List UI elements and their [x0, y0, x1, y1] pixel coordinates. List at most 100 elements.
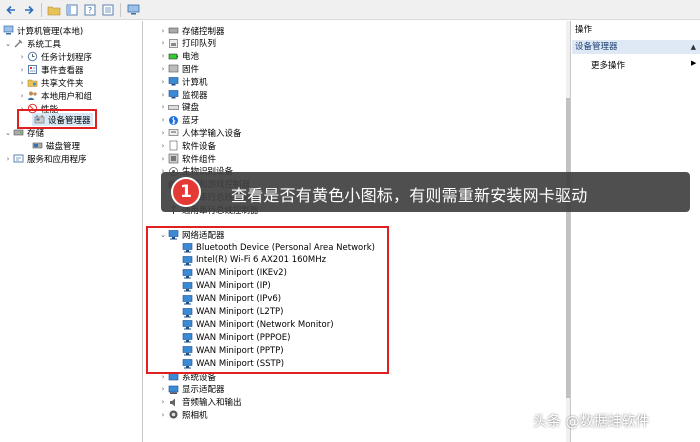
event-log-icon	[27, 64, 38, 75]
computer-management-icon	[3, 25, 14, 36]
device-category-row[interactable]: › 键盘	[158, 101, 199, 114]
device-category-row[interactable]: › 软件组件	[158, 152, 216, 165]
highlight-network-adapters-box	[146, 226, 389, 374]
chevron-down-icon[interactable]: ⌄	[3, 40, 13, 48]
chevron-right-icon[interactable]: ›	[158, 155, 168, 163]
chevron-down-icon[interactable]: ⌄	[3, 129, 13, 137]
chevron-right-icon[interactable]: ›	[3, 155, 13, 163]
device-category-row[interactable]: › 存储控制器	[158, 24, 225, 37]
device-category-row[interactable]: › 蓝牙	[158, 114, 199, 127]
computer-icon	[168, 76, 179, 87]
device-category-row[interactable]: › 电池	[158, 50, 199, 63]
toolbar-separator	[120, 2, 121, 17]
more-actions-link[interactable]: 更多操作	[591, 59, 625, 71]
chevron-right-icon[interactable]: ›	[158, 411, 168, 419]
show-tree-icon[interactable]	[64, 2, 80, 18]
device-label: 存储控制器	[182, 26, 225, 37]
collapse-up-icon[interactable]: ▲	[691, 40, 696, 54]
help-icon[interactable]: ?	[82, 2, 98, 18]
device-label: 人体学输入设备	[182, 128, 242, 139]
chevron-right-icon[interactable]: ›	[158, 27, 168, 35]
actions-section-device-manager[interactable]: 设备管理器 ▲	[572, 40, 700, 54]
camera-icon	[168, 409, 179, 420]
storage-controller-icon	[168, 25, 179, 36]
tree-item-label: 共享文件夹	[41, 78, 84, 89]
up-folder-icon[interactable]	[46, 2, 62, 18]
tree-item-shared-folders[interactable]: › 共享文件夹	[17, 76, 84, 89]
device-category-row[interactable]: › 软件设备	[158, 139, 216, 152]
tree-item-task-scheduler[interactable]: › 任务计划程序	[17, 50, 92, 63]
tree-item-label: 服务和应用程序	[27, 154, 87, 165]
chevron-right-icon[interactable]: ›	[158, 103, 168, 111]
device-category-row[interactable]: › 音频输入和输出	[158, 396, 242, 409]
clock-icon	[27, 51, 38, 62]
services-icon	[13, 153, 24, 164]
device-label: 蓝牙	[182, 116, 200, 127]
tree-item-label: 任务计划程序	[41, 52, 93, 63]
hid-icon	[168, 127, 179, 138]
chevron-right-icon[interactable]: ›	[158, 129, 168, 137]
tree-item-disk-management[interactable]: 磁盘管理	[32, 139, 80, 152]
firmware-icon	[168, 63, 179, 74]
chevron-right-icon[interactable]: ›	[158, 116, 168, 124]
chevron-right-icon[interactable]: ›	[17, 92, 27, 100]
chevron-right-icon[interactable]: ›	[158, 91, 168, 99]
toolbar-separator	[41, 2, 42, 17]
watermark: 头条 @数据蛙软件	[533, 414, 650, 430]
display-adapter-icon	[168, 384, 179, 395]
device-category-row[interactable]: › 显示适配器	[158, 383, 225, 396]
chevron-right-icon[interactable]: ▶	[691, 59, 696, 67]
tree-item-label: 事件查看器	[41, 65, 84, 76]
actions-header: 操作	[572, 23, 700, 37]
highlight-device-manager-box	[17, 109, 97, 129]
chevron-right-icon[interactable]: ›	[158, 78, 168, 86]
device-label: 软件设备	[182, 141, 217, 152]
back-arrow-icon[interactable]	[3, 2, 19, 18]
toolbar: ?	[0, 0, 700, 20]
actions-pane: 操作 设备管理器 ▲ 更多操作 ▶	[570, 21, 700, 442]
properties-icon[interactable]	[100, 2, 116, 18]
tree-item-label: 本地用户和组	[41, 91, 93, 102]
chevron-right-icon[interactable]: ›	[158, 385, 168, 393]
device-label: 音频输入和输出	[182, 398, 242, 409]
device-category-row[interactable]: › 固件	[158, 62, 199, 75]
disk-icon	[32, 140, 43, 151]
computer-icon[interactable]	[125, 2, 141, 18]
device-label: 固件	[182, 64, 200, 75]
tree-item-local-users[interactable]: › 本地用户和组	[17, 89, 92, 102]
device-category-row[interactable]: › 打印队列	[158, 37, 216, 50]
device-category-row[interactable]: › 人体学输入设备	[158, 126, 242, 139]
device-label: 监视器	[182, 90, 208, 101]
tools-icon	[13, 38, 24, 49]
users-icon	[27, 90, 38, 101]
tree-root[interactable]: 计算机管理(本地)	[3, 24, 83, 37]
svg-text:?: ?	[88, 6, 92, 15]
chevron-right-icon[interactable]: ›	[17, 66, 27, 74]
audio-icon	[168, 397, 179, 408]
chevron-right-icon[interactable]: ›	[158, 142, 168, 150]
device-label: 电池	[182, 52, 200, 63]
device-label: 键盘	[182, 103, 200, 114]
device-category-row[interactable]: › 计算机	[158, 75, 208, 88]
chevron-right-icon[interactable]: ›	[158, 52, 168, 60]
device-category-row[interactable]: › 照相机	[158, 408, 208, 421]
chevron-right-icon[interactable]: ›	[17, 79, 27, 87]
tree-item-system-tools[interactable]: ⌄ 系统工具	[3, 37, 61, 50]
chevron-right-icon[interactable]: ›	[158, 39, 168, 47]
device-tree-pane: › 存储控制器 › 打印队列 › 电池 › 固件 › 计算机 › 监视器 › 键盘 › 蓝牙 › 人体学输入设备 ›…	[144, 21, 566, 442]
device-category-row[interactable]: › 监视器	[158, 88, 208, 101]
chevron-right-icon[interactable]: ›	[158, 65, 168, 73]
tree-item-event-viewer[interactable]: › 事件查看器	[17, 63, 84, 76]
print-queue-icon	[168, 38, 179, 49]
software-device-icon	[168, 140, 179, 151]
forward-arrow-icon[interactable]	[21, 2, 37, 18]
chevron-right-icon[interactable]: ›	[158, 398, 168, 406]
device-label: 软件组件	[182, 154, 217, 165]
device-label: 计算机	[182, 77, 208, 88]
device-label: 显示适配器	[182, 385, 225, 396]
left-navigation-tree: 计算机管理(本地) ⌄ 系统工具 › 任务计划程序 › 事件查看器 › 共享文件…	[0, 21, 143, 442]
chevron-right-icon[interactable]: ›	[17, 53, 27, 61]
software-component-icon	[168, 153, 179, 164]
battery-icon	[168, 51, 179, 62]
tree-item-services[interactable]: › 服务和应用程序	[3, 152, 87, 165]
